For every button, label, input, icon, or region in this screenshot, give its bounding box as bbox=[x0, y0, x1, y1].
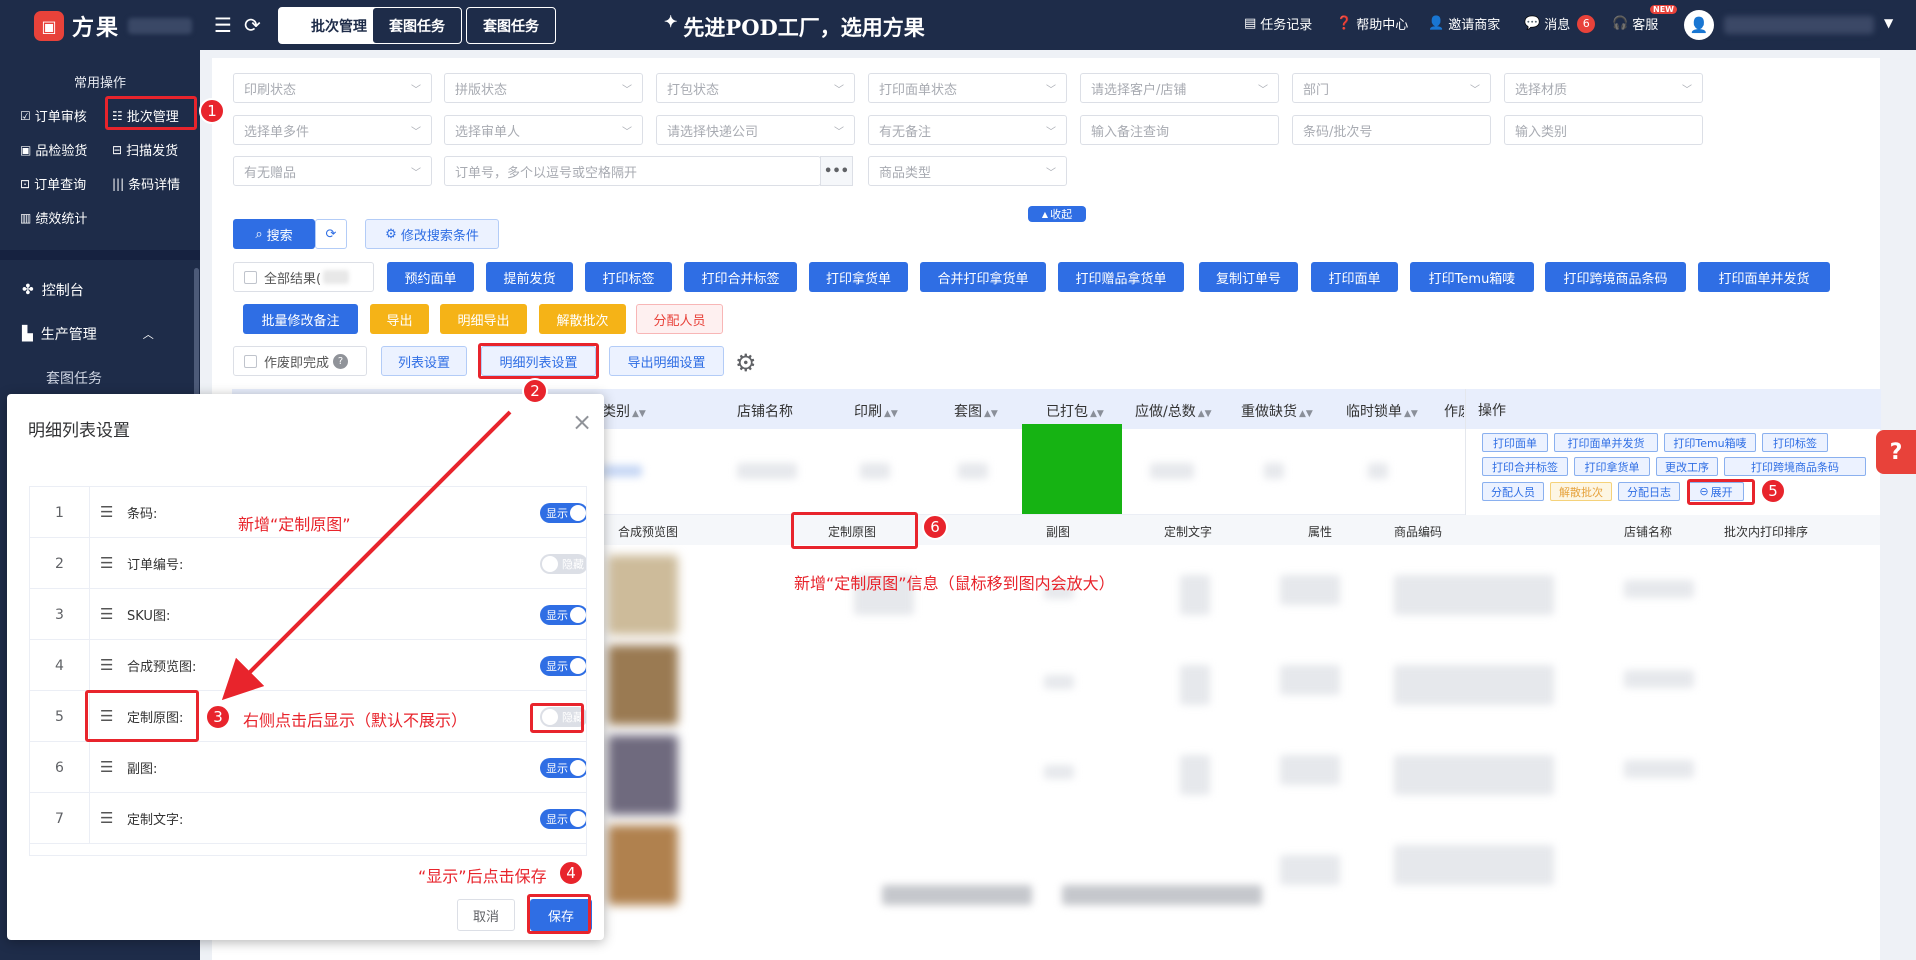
annotation-click-right: 右侧点击后显示（默认不展示） bbox=[243, 711, 468, 730]
highlight-expand-button bbox=[1687, 479, 1755, 505]
annotation-save-after: “显示”后点击保存 bbox=[418, 867, 547, 886]
highlight-custom-original-column bbox=[791, 512, 918, 549]
highlight-detail-list-settings bbox=[478, 343, 599, 379]
annotation-add-custom-image: 新增“定制原图” bbox=[238, 515, 351, 534]
step-badge-1: 1 bbox=[199, 98, 225, 124]
step-badge-6: 6 bbox=[922, 514, 948, 540]
highlight-custom-original-row bbox=[85, 690, 199, 742]
step-badge-5: 5 bbox=[1760, 478, 1786, 504]
annotation-arrow-layer bbox=[221, 410, 512, 701]
highlight-custom-original-toggle bbox=[530, 703, 584, 733]
highlight-save-button bbox=[527, 894, 591, 934]
step-badge-3: 3 bbox=[205, 704, 231, 730]
annotation-arrow bbox=[221, 410, 512, 701]
highlight-batch-management bbox=[105, 96, 197, 130]
annotation-new-info: 新增“定制原图”信息（鼠标移到图内会放大） bbox=[794, 574, 1115, 593]
step-badge-2: 2 bbox=[522, 378, 548, 404]
step-badge-4: 4 bbox=[558, 860, 584, 886]
